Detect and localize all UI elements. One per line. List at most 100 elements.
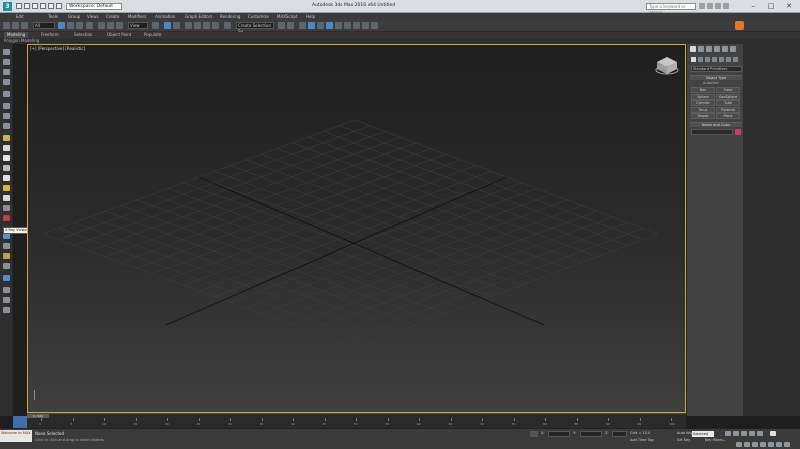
- previous-frame-icon[interactable]: [733, 431, 739, 436]
- perspective-viewport[interactable]: [+] [Perspective] [Realistic]: [27, 44, 686, 413]
- unlink-icon[interactable]: [3, 113, 10, 119]
- helper-icon[interactable]: [3, 205, 10, 211]
- minimize-button[interactable]: –: [744, 0, 762, 12]
- autogrid-checkbox[interactable]: AutoGrid: [703, 81, 718, 85]
- go-to-start-icon[interactable]: [725, 431, 731, 436]
- app-logo-icon[interactable]: 3: [3, 2, 12, 11]
- mini-curve-editor-toggle[interactable]: [13, 416, 27, 428]
- subscription-icon[interactable]: [707, 3, 713, 9]
- zoom-icon[interactable]: [736, 442, 742, 447]
- edit-named-selection-icon[interactable]: [224, 22, 231, 29]
- viewcube-icon[interactable]: [654, 55, 680, 77]
- new-scene-icon[interactable]: [16, 3, 22, 9]
- chain-icon[interactable]: [3, 103, 10, 109]
- select-by-name-icon[interactable]: [67, 22, 74, 29]
- curve-editor-icon[interactable]: [326, 22, 333, 29]
- undo-icon[interactable]: [40, 3, 46, 9]
- current-frame-field[interactable]: [770, 431, 776, 436]
- name-and-color-rollout[interactable]: Name and Color: [690, 122, 742, 127]
- menu-maxscript[interactable]: MAXScript: [277, 14, 298, 19]
- next-frame-icon[interactable]: [749, 431, 755, 436]
- pivot-center-icon[interactable]: [152, 22, 159, 29]
- percent-snap-icon[interactable]: [203, 22, 210, 29]
- angle-snap-icon[interactable]: [194, 22, 201, 29]
- close-button[interactable]: ✕: [780, 0, 798, 12]
- go-to-end-icon[interactable]: [757, 431, 763, 436]
- add-time-tag[interactable]: Add Time Tag: [630, 438, 654, 442]
- bind-icon[interactable]: [3, 123, 10, 129]
- key-filters-button[interactable]: Key Filters...: [705, 438, 726, 442]
- named-selection-dropdown[interactable]: Create Selection Se: [236, 22, 274, 34]
- field-of-view-icon[interactable]: [760, 442, 766, 447]
- freeze-icon[interactable]: [3, 253, 10, 259]
- maximize-button[interactable]: □: [762, 0, 780, 12]
- play-icon[interactable]: [741, 431, 747, 436]
- shapes-icon[interactable]: [698, 57, 703, 62]
- selection-filter-dropdown[interactable]: All: [33, 22, 55, 29]
- menu-tools[interactable]: Tools: [48, 14, 58, 19]
- settings-icon[interactable]: [3, 307, 10, 313]
- list-icon[interactable]: [3, 69, 10, 75]
- utilities-tab-icon[interactable]: [730, 46, 736, 52]
- category-dropdown[interactable]: Standard Primitives: [691, 66, 742, 72]
- auto-key-button[interactable]: Auto Key: [677, 431, 693, 435]
- cone-icon[interactable]: [3, 175, 10, 181]
- move-icon[interactable]: [98, 22, 105, 29]
- redo-icon[interactable]: [48, 3, 54, 9]
- menu-graph-editors[interactable]: Graph Editors: [185, 14, 212, 19]
- x-coordinate-field[interactable]: [548, 431, 570, 437]
- scene-explorer-icon[interactable]: [299, 22, 306, 29]
- folder-icon[interactable]: [3, 135, 10, 141]
- render-production-icon[interactable]: [371, 22, 378, 29]
- pyramid-button[interactable]: Pyramid: [716, 106, 740, 113]
- link-icon[interactable]: [21, 22, 28, 29]
- modify-tab-icon[interactable]: [698, 46, 704, 52]
- selected-dropdown[interactable]: Selected: [692, 431, 714, 437]
- layer-explorer-icon[interactable]: [308, 22, 315, 29]
- cylinder-button[interactable]: Cylinder: [691, 100, 715, 106]
- menu-animation[interactable]: Animation: [155, 14, 175, 19]
- select-and-manipulate-icon[interactable]: [164, 22, 171, 29]
- project-folder-icon[interactable]: [56, 3, 62, 9]
- object-type-rollout[interactable]: Object Type: [690, 75, 742, 80]
- menu-create[interactable]: Create: [106, 14, 119, 19]
- sphere-button[interactable]: Sphere: [691, 93, 715, 100]
- sphere-icon[interactable]: [3, 145, 10, 151]
- schematic-view-icon[interactable]: [335, 22, 342, 29]
- rectangular-selection-icon[interactable]: [76, 22, 83, 29]
- layer-icon[interactable]: [3, 287, 10, 293]
- graphite-toggle-icon[interactable]: [317, 22, 324, 29]
- display-icon[interactable]: [3, 79, 10, 85]
- globe-icon[interactable]: [3, 195, 10, 201]
- maxscript-listener[interactable]: Welcome to MAX: [0, 430, 32, 442]
- menu-help[interactable]: Help: [306, 14, 315, 19]
- menu-edit[interactable]: Edit: [16, 14, 24, 19]
- create-icon[interactable]: [3, 49, 10, 55]
- systems-icon[interactable]: [733, 57, 738, 62]
- lights-icon[interactable]: [705, 57, 710, 62]
- snap-toggle-icon[interactable]: [185, 22, 192, 29]
- keyboard-shortcut-icon[interactable]: [173, 22, 180, 29]
- search-input[interactable]: Type a keyword or phrase: [646, 3, 696, 15]
- geosphere-button[interactable]: GeoSphere: [716, 93, 740, 100]
- menu-customize[interactable]: Customize: [248, 14, 269, 19]
- open-file-icon[interactable]: [24, 3, 30, 9]
- hide-icon[interactable]: [3, 263, 10, 269]
- select-icon[interactable]: [3, 275, 10, 281]
- create-tab-icon[interactable]: [690, 46, 696, 52]
- menu-views[interactable]: Views: [87, 14, 99, 19]
- material-editor-icon[interactable]: [344, 22, 351, 29]
- tube-button[interactable]: Tube: [716, 100, 740, 106]
- space-warps-icon[interactable]: [726, 57, 731, 62]
- align-icon[interactable]: [287, 22, 294, 29]
- utilities-icon[interactable]: [3, 91, 10, 97]
- render-setup-icon[interactable]: [353, 22, 360, 29]
- z-coordinate-field[interactable]: [612, 431, 627, 437]
- menu-rendering[interactable]: Rendering: [220, 14, 240, 19]
- box-button[interactable]: Box: [691, 87, 715, 93]
- rotate-icon[interactable]: [107, 22, 114, 29]
- eye-icon[interactable]: [3, 165, 10, 171]
- cameras-icon[interactable]: [712, 57, 717, 62]
- window-crossing-icon[interactable]: [86, 22, 93, 29]
- torus-button[interactable]: Torus: [691, 106, 715, 113]
